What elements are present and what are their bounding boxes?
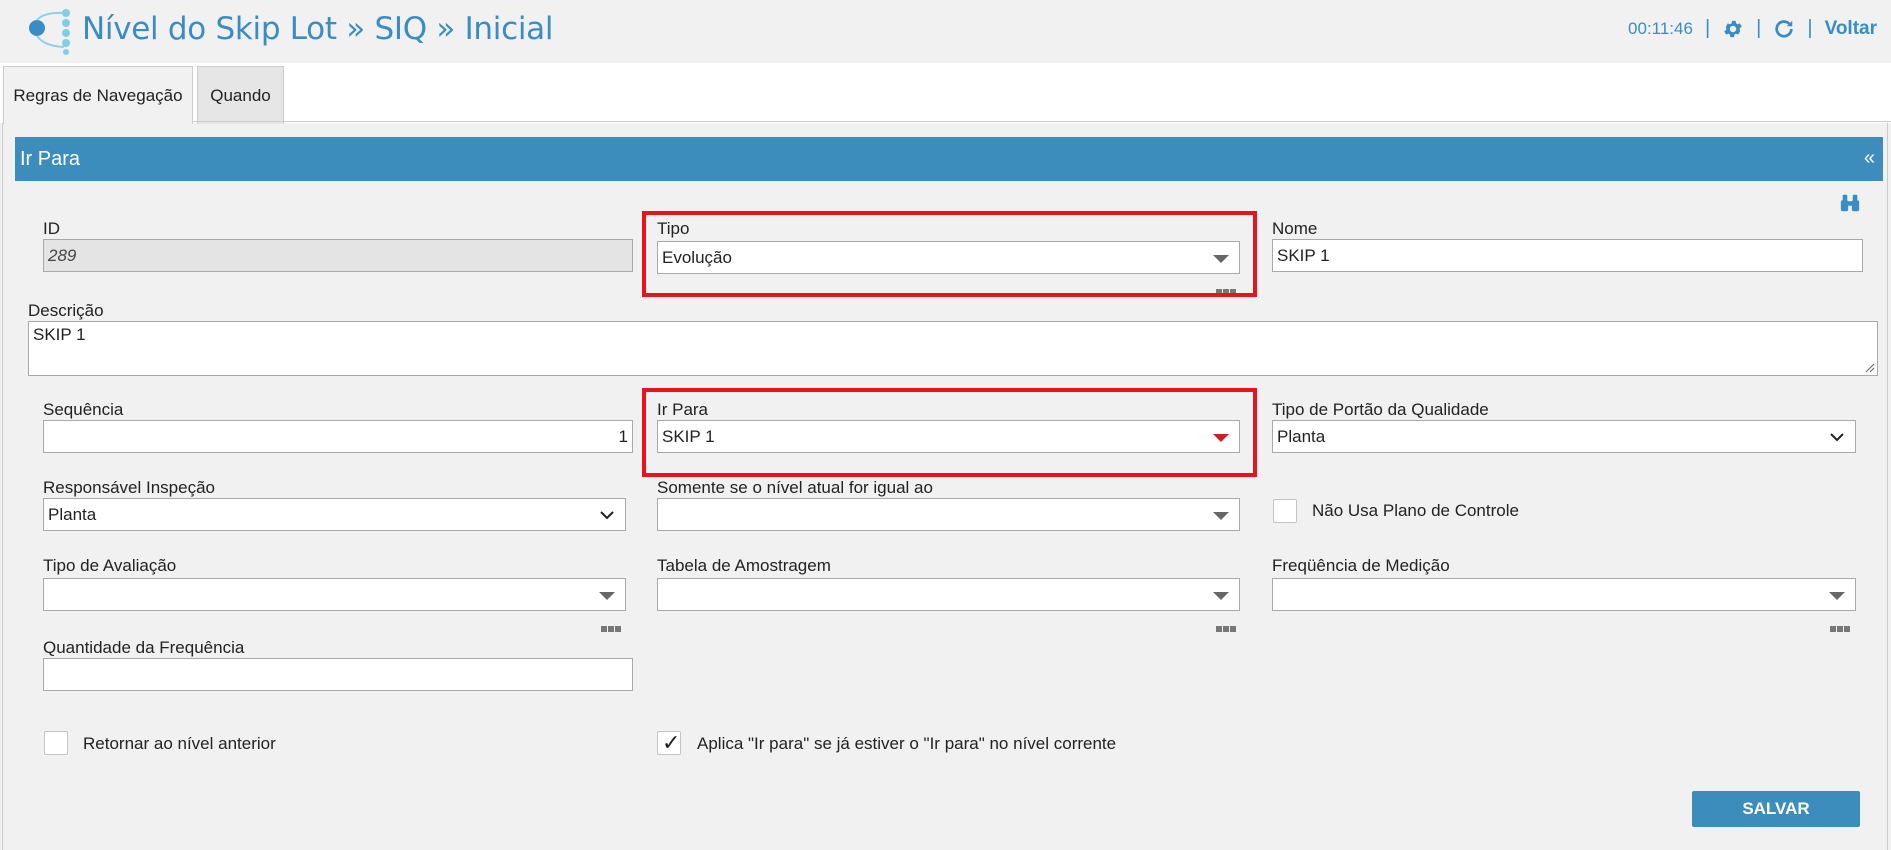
divider: [193, 121, 1891, 122]
somente-nivel-select[interactable]: [657, 498, 1240, 531]
tab-quando[interactable]: Quando: [197, 66, 284, 124]
tipo-portao-select[interactable]: Planta: [1272, 420, 1856, 453]
tabela-amostragem-select[interactable]: [657, 578, 1240, 611]
panel-title: Ir Para: [20, 148, 81, 170]
app-logo-icon: [29, 9, 70, 55]
divider: [2, 123, 3, 850]
chevron-down-icon: [600, 511, 614, 520]
aplica-ir-para-checkbox[interactable]: ✓: [657, 730, 681, 755]
app-header: Nível do Skip Lot » SIQ » Inicial 00:11:…: [0, 0, 1891, 63]
tipo-label: Tipo: [657, 219, 690, 238]
tipo-portao-value: Planta: [1277, 427, 1326, 446]
resize-handle-icon[interactable]: [1865, 363, 1875, 373]
ir-para-label: Ir Para: [657, 400, 709, 419]
descricao-label: Descrição: [28, 301, 104, 320]
tabela-amostragem-label: Tabela de Amostragem: [657, 556, 831, 575]
separator: |: [1756, 17, 1762, 39]
tipo-value: Evolução: [662, 248, 732, 267]
dropdown-arrow-icon: [599, 592, 615, 600]
gear-icon[interactable]: [1722, 18, 1744, 40]
dropdown-arrow-icon: [1213, 512, 1229, 520]
responsavel-value: Planta: [48, 505, 97, 524]
page-title: Nível do Skip Lot » SIQ » Inicial: [82, 11, 554, 47]
dropdown-arrow-icon: [1213, 255, 1229, 263]
refresh-icon[interactable]: [1773, 18, 1795, 40]
frequencia-medicao-select[interactable]: [1272, 578, 1856, 611]
chevron-down-icon: [1830, 433, 1844, 442]
dropdown-arrow-icon: [1213, 434, 1229, 442]
sequencia-input[interactable]: 1: [43, 420, 633, 453]
header-toolbar: 00:11:46 | | | Voltar: [1628, 17, 1877, 40]
tipo-avaliacao-select[interactable]: [43, 578, 626, 611]
ir-para-select[interactable]: SKIP 1: [657, 420, 1240, 453]
save-button[interactable]: SALVAR: [1692, 791, 1860, 827]
id-label: ID: [43, 219, 60, 238]
nome-label: Nome: [1272, 219, 1318, 238]
dropdown-arrow-icon: [1213, 592, 1229, 600]
tab-regras-navegacao[interactable]: Regras de Navegação: [3, 66, 193, 124]
retornar-nivel-checkbox[interactable]: [44, 731, 68, 755]
responsavel-label: Responsável Inspeção: [43, 478, 216, 497]
quantidade-frequencia-label: Quantidade da Frequência: [43, 638, 245, 657]
nao-usa-plano-checkbox[interactable]: [1273, 499, 1297, 523]
frequencia-medicao-more-button[interactable]: [1830, 619, 1852, 632]
frequencia-medicao-label: Freqüência de Medição: [1272, 556, 1450, 575]
checkmark-icon: ✓: [662, 730, 681, 755]
tipo-more-button[interactable]: [1216, 282, 1238, 295]
separator: |: [1807, 17, 1813, 39]
somente-nivel-label: Somente se o nível atual for igual ao: [657, 478, 933, 497]
quantidade-frequencia-input[interactable]: [43, 658, 633, 691]
id-field: 289: [43, 239, 633, 272]
collapse-button[interactable]: «: [1864, 147, 1875, 170]
back-link[interactable]: Voltar: [1825, 18, 1877, 40]
tabela-amostragem-more-button[interactable]: [1216, 619, 1238, 632]
panel-header: Ir Para «: [15, 137, 1883, 181]
tipo-avaliacao-more-button[interactable]: [601, 619, 623, 632]
tipo-portao-label: Tipo de Portão da Qualidade: [1272, 400, 1489, 419]
binoculars-icon[interactable]: [1839, 192, 1861, 214]
separator: |: [1704, 17, 1711, 39]
session-timer: 00:11:46: [1628, 18, 1693, 38]
ir-para-value: SKIP 1: [662, 427, 715, 446]
responsavel-select[interactable]: Planta: [43, 498, 626, 531]
divider: [1887, 123, 1888, 850]
dropdown-arrow-icon: [1829, 592, 1845, 600]
tipo-avaliacao-label: Tipo de Avaliação: [43, 556, 177, 575]
aplica-ir-para-label: Aplica "Ir para" se já estiver o "Ir par…: [697, 734, 1117, 753]
sequencia-label: Sequência: [43, 400, 124, 419]
descricao-textarea[interactable]: SKIP 1: [28, 321, 1878, 376]
tipo-select[interactable]: Evolução: [657, 241, 1240, 274]
nao-usa-plano-label: Não Usa Plano de Controle: [1312, 501, 1519, 520]
retornar-nivel-label: Retornar ao nível anterior: [83, 734, 276, 753]
nome-input[interactable]: SKIP 1: [1272, 239, 1863, 272]
descricao-value: SKIP 1: [33, 325, 86, 344]
